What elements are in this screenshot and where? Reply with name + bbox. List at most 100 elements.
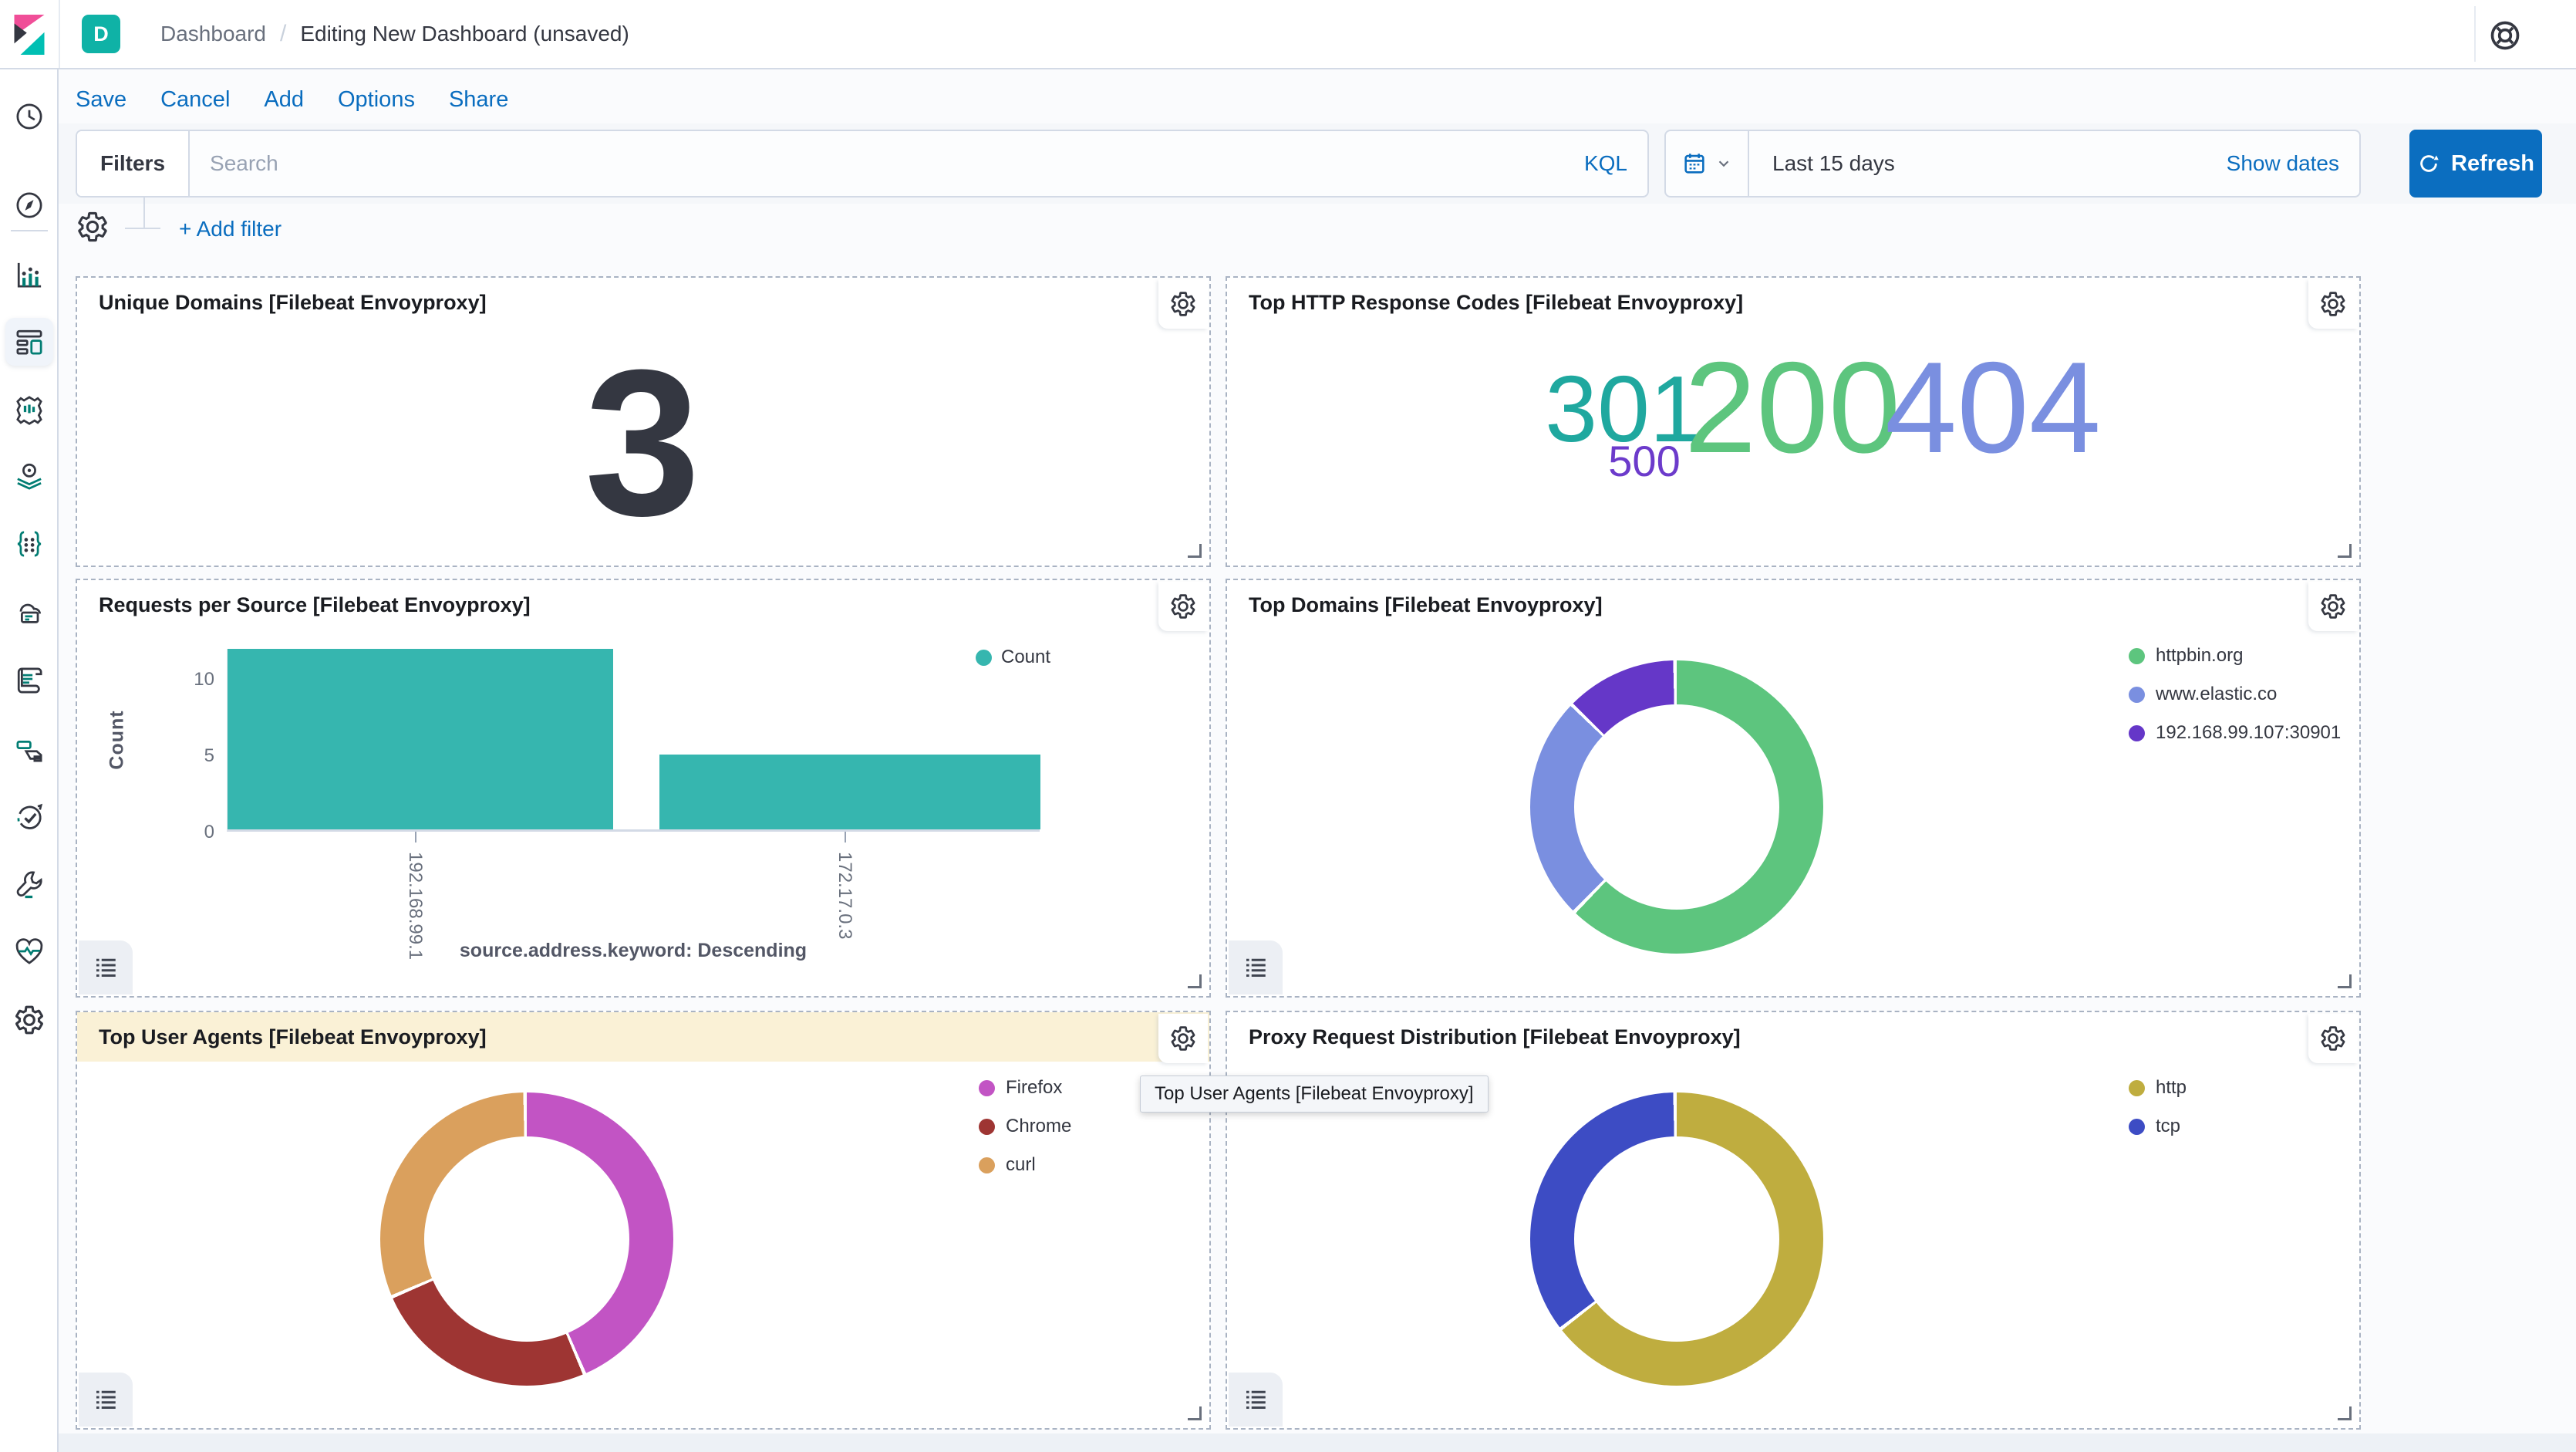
sidebar-item-logs[interactable] [11, 662, 48, 699]
resize-handle[interactable] [2338, 974, 2352, 988]
panel-title[interactable]: Top HTTP Response Codes [Filebeat Envoyp… [1227, 278, 2359, 327]
filters-button[interactable]: Filters [77, 131, 190, 196]
donut-hole [1574, 704, 1779, 910]
resize-handle[interactable] [1188, 1406, 1202, 1420]
dashboard-edit-menu: Save Cancel Add Options Share [76, 77, 508, 122]
panel-gear-button[interactable] [2308, 1014, 2358, 1063]
list-icon [1242, 1386, 1269, 1413]
space-avatar[interactable]: D [82, 15, 120, 53]
legend-label: tcp [2156, 1116, 2180, 1137]
sidebar-item-machine-learning[interactable] [11, 525, 48, 562]
panel-title[interactable]: Top User Agents [Filebeat Envoyproxy] [77, 1012, 1209, 1062]
legend-label: curl [1006, 1154, 1036, 1176]
legend-item-count[interactable]: Count [976, 647, 1050, 668]
legend-dot [2129, 648, 2145, 664]
time-range-value[interactable]: Last 15 days [1749, 131, 2207, 196]
panel-gear-button[interactable] [2308, 582, 2358, 631]
donut-chart-proxy-distribution[interactable] [1530, 1092, 1823, 1386]
panel-title[interactable]: Proxy Request Distribution [Filebeat Env… [1227, 1012, 2359, 1062]
legend-dot [979, 1080, 995, 1096]
sidebar-item-management[interactable] [11, 1001, 48, 1038]
legend-toggle-button[interactable] [1229, 940, 1283, 994]
legend-item[interactable]: Chrome [979, 1116, 1071, 1137]
donut-chart-top-domains[interactable] [1530, 660, 1823, 954]
legend-item[interactable]: 192.168.99.107:30901 [2129, 722, 2341, 744]
sidebar-item-recent[interactable] [11, 98, 48, 135]
legend-item[interactable]: www.elastic.co [2129, 684, 2341, 705]
sidebar-item-discover[interactable] [11, 187, 48, 224]
kibana-logo-icon[interactable] [9, 11, 49, 59]
machine-learning-icon [12, 527, 46, 561]
resize-handle[interactable] [1188, 544, 1202, 558]
panel-title[interactable]: Requests per Source [Filebeat Envoyproxy… [77, 580, 1209, 630]
tag-500[interactable]: 500 [1608, 440, 1680, 483]
sidebar-item-uptime[interactable] [11, 799, 48, 836]
gear-icon [2319, 290, 2347, 318]
save-button[interactable]: Save [76, 87, 126, 113]
sidebar-item-canvas[interactable] [11, 390, 48, 427]
show-dates-button[interactable]: Show dates [2207, 131, 2359, 196]
panel-top-user-agents: Top User Agents [Filebeat Envoyproxy] Fi… [76, 1011, 1211, 1430]
refresh-button[interactable]: Refresh [2409, 130, 2542, 198]
options-button[interactable]: Options [338, 87, 415, 113]
search-input[interactable] [190, 131, 1564, 196]
share-button[interactable]: Share [449, 87, 508, 113]
sidebar-item-visualize[interactable] [11, 256, 48, 293]
legend-item[interactable]: tcp [2129, 1116, 2187, 1137]
wrench-icon [12, 867, 46, 901]
resize-handle[interactable] [2338, 1406, 2352, 1420]
panel-top-domains: Top Domains [Filebeat Envoyproxy] httpbi… [1226, 579, 2361, 998]
canvas-icon [12, 392, 46, 426]
sidebar-item-monitoring[interactable] [11, 933, 48, 970]
cancel-button[interactable]: Cancel [160, 87, 230, 113]
legend-toggle-button[interactable] [79, 940, 133, 994]
panel-requests-per-source: Requests per Source [Filebeat Envoyproxy… [76, 579, 1211, 998]
filter-settings-gear-icon[interactable] [76, 210, 113, 247]
sidebar-item-dashboard[interactable] [11, 323, 48, 360]
legend-item[interactable]: http [2129, 1077, 2187, 1099]
panel-title[interactable]: Top Domains [Filebeat Envoyproxy] [1227, 580, 2359, 630]
panel-gear-button[interactable] [1158, 582, 1208, 631]
resize-handle[interactable] [2338, 544, 2352, 558]
legend-label: 192.168.99.107:30901 [2156, 722, 2341, 744]
legend-toggle-button[interactable] [79, 1373, 133, 1427]
left-nav-sidebar [0, 69, 59, 1452]
logs-scroll-icon [12, 664, 46, 697]
donut-chart-top-user-agents[interactable] [380, 1092, 673, 1386]
donut-hole [424, 1136, 629, 1342]
bar-172-17-0-3[interactable] [659, 755, 1040, 830]
resize-handle[interactable] [1188, 974, 1202, 988]
tag-200[interactable]: 200 [1684, 343, 1900, 472]
legend-item[interactable]: httpbin.org [2129, 645, 2341, 667]
breadcrumb-section[interactable]: Dashboard [160, 22, 266, 46]
panel-title[interactable]: Unique Domains [Filebeat Envoyproxy] [77, 278, 1209, 327]
panel-gear-button[interactable] [1158, 279, 1208, 329]
calendar-menu-button[interactable] [1666, 131, 1749, 196]
y-tick-10: 10 [160, 669, 214, 691]
sidebar-item-dev-tools[interactable] [11, 866, 48, 903]
bar-192-168-99-1[interactable] [228, 649, 613, 829]
panel-gear-button[interactable] [1158, 1014, 1208, 1063]
add-button[interactable]: Add [264, 87, 304, 113]
legend-dot [2129, 1119, 2145, 1135]
compass-icon [12, 188, 46, 222]
list-icon [92, 954, 120, 981]
legend-toggle-button[interactable] [1229, 1373, 1283, 1427]
tag-404[interactable]: 404 [1885, 343, 2101, 472]
kibana-app: D Dashboard / Editing New Dashboard (uns… [0, 0, 2576, 1452]
sidebar-item-apm[interactable] [11, 731, 48, 768]
legend-dot [976, 650, 992, 666]
legend-item[interactable]: Firefox [979, 1077, 1071, 1099]
legend-label: Firefox [1006, 1077, 1062, 1099]
legend-label: www.elastic.co [2156, 684, 2277, 705]
sidebar-item-metrics[interactable] [11, 594, 48, 631]
date-picker-group: Last 15 days Show dates [1664, 130, 2361, 198]
kql-toggle-button[interactable]: KQL [1564, 131, 1647, 196]
legend-dot [2129, 687, 2145, 703]
donut-hole [1574, 1136, 1779, 1342]
add-filter-button[interactable]: + Add filter [179, 217, 282, 241]
legend-item[interactable]: curl [979, 1154, 1071, 1176]
sidebar-item-maps[interactable] [11, 458, 48, 495]
panel-gear-button[interactable] [2308, 279, 2358, 329]
help-icon[interactable] [2488, 19, 2522, 52]
